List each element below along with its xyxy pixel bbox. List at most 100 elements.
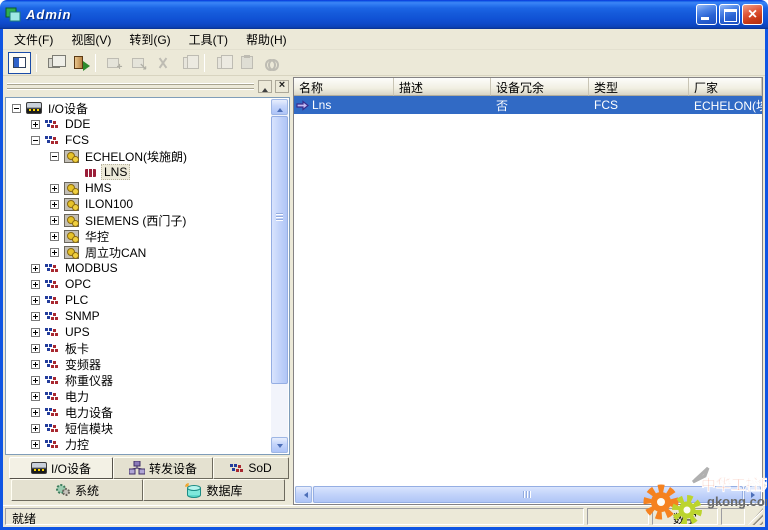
scrollbar-thumb[interactable] — [313, 486, 743, 503]
tab-io-devices[interactable]: I/O设备 — [9, 457, 113, 479]
database-icon — [185, 483, 202, 498]
tree-expander-plus-icon[interactable] — [50, 232, 59, 241]
tree-expander-plus-icon[interactable] — [50, 248, 59, 257]
scroll-left-arrow-icon[interactable] — [295, 486, 312, 503]
tree-item[interactable]: 电力设备 — [8, 404, 289, 420]
tree-expander-minus-icon[interactable] — [50, 152, 59, 161]
tab-database[interactable]: 数据库 — [143, 479, 285, 501]
scrollbar-track[interactable] — [271, 385, 288, 437]
tree-item[interactable]: 称重仪器 — [8, 372, 289, 388]
system-gears-icon — [55, 483, 71, 497]
tree-expander-plus-icon[interactable] — [50, 184, 59, 193]
scroll-right-arrow-icon[interactable] — [744, 486, 761, 503]
copy-button — [210, 52, 233, 74]
tree-item[interactable]: 板卡 — [8, 340, 289, 356]
tree-item[interactable]: LNS — [8, 164, 289, 180]
tree-vertical-scrollbar[interactable] — [271, 99, 288, 453]
scroll-up-arrow-icon[interactable] — [271, 99, 288, 115]
driver-dots-icon — [45, 263, 59, 274]
tree-item[interactable]: UPS — [8, 324, 289, 340]
tree-expander-plus-icon[interactable] — [31, 440, 40, 449]
tree-item[interactable]: OPC — [8, 276, 289, 292]
tree-item[interactable]: 华控 — [8, 228, 289, 244]
tab-system[interactable]: 系统 — [11, 479, 143, 501]
driver-gear-icon — [64, 246, 79, 259]
tree-item[interactable]: SNMP — [8, 308, 289, 324]
scroll-down-arrow-icon[interactable] — [271, 437, 288, 453]
tab-label: 系统 — [75, 482, 99, 499]
list-horizontal-scrollbar[interactable] — [295, 486, 761, 503]
driver-dots-icon — [45, 327, 59, 338]
panel-expand-button[interactable] — [258, 80, 272, 93]
column-header-name[interactable]: 名称 — [294, 78, 394, 96]
tree-expander-plus-icon[interactable] — [31, 280, 40, 289]
driver-dots-icon — [45, 295, 59, 306]
tree-expander-plus-icon[interactable] — [31, 312, 40, 321]
tab-label: 转发设备 — [149, 460, 197, 477]
driver-gear-icon — [64, 198, 79, 211]
device-list-panel: 名称 描述 设备冗余 类型 厂家 Lns 否 FCS ECHELON(埃施朗) — [293, 77, 763, 505]
tree-expander-plus-icon[interactable] — [31, 424, 40, 433]
io-device-icon — [31, 462, 47, 474]
tree-item[interactable]: 变频器 — [8, 356, 289, 372]
tree-item[interactable]: ILON100 — [8, 196, 289, 212]
tab-label: SoD — [248, 461, 271, 475]
tree-item[interactable]: FCS — [8, 132, 289, 148]
tab-sod[interactable]: SoD — [213, 457, 289, 479]
tree-item[interactable]: SIEMENS (西门子) — [8, 212, 289, 228]
panel-close-button[interactable] — [275, 80, 289, 93]
panel-grip-header[interactable] — [5, 79, 290, 95]
tree-expander-minus-icon[interactable] — [31, 136, 40, 145]
tree-item[interactable]: 电力 — [8, 388, 289, 404]
tree-expander-plus-icon[interactable] — [50, 216, 59, 225]
tree-expander-minus-icon[interactable] — [12, 104, 21, 113]
column-header-type[interactable]: 类型 — [589, 78, 689, 96]
column-header-description[interactable]: 描述 — [394, 78, 491, 96]
minimize-button[interactable] — [696, 4, 717, 25]
tree-item[interactable]: 力控 — [8, 436, 289, 452]
tab-forward-devices[interactable]: 转发设备 — [113, 457, 213, 479]
tree-expander-plus-icon[interactable] — [31, 392, 40, 401]
duplicate-icon — [183, 57, 193, 69]
exit-button[interactable] — [67, 52, 90, 74]
column-header-vendor[interactable]: 厂家 — [689, 78, 762, 96]
menu-tools[interactable]: 工具(T) — [180, 29, 237, 50]
close-button[interactable] — [742, 4, 763, 25]
tree-expander-plus-icon[interactable] — [31, 296, 40, 305]
maximize-button[interactable] — [719, 4, 740, 25]
scrollbar-thumb[interactable] — [271, 116, 288, 384]
menu-goto[interactable]: 转到(G) — [120, 29, 179, 50]
driver-gear-icon — [64, 214, 79, 227]
tab-label: 数据库 — [206, 482, 242, 499]
tree-expander-plus-icon[interactable] — [31, 376, 40, 385]
menu-file[interactable]: 文件(F) — [5, 29, 62, 50]
tree-item[interactable]: DDE — [8, 116, 289, 132]
device-tree: I/O设备 DDE FCS ECHELON(埃施朗) LNS HMS ILON1… — [5, 97, 290, 455]
tree-expander-plus-icon[interactable] — [31, 344, 40, 353]
tree-expander-plus-icon[interactable] — [31, 360, 40, 369]
resize-grip[interactable] — [748, 508, 763, 525]
tree-expander-plus-icon[interactable] — [31, 408, 40, 417]
tree-item[interactable]: MODBUS — [8, 260, 289, 276]
tree-item[interactable]: I/O设备 — [8, 100, 289, 116]
panel-gripper[interactable] — [7, 83, 254, 90]
tree-item[interactable]: 短信模块 — [8, 420, 289, 436]
toolbar-separator — [95, 54, 96, 72]
duplicate-button — [176, 52, 199, 74]
status-message: 就绪 — [5, 508, 584, 525]
toggle-sidebar-button[interactable] — [8, 52, 31, 74]
tree-item[interactable]: 周立功CAN — [8, 244, 289, 260]
cascade-windows-button[interactable] — [42, 52, 65, 74]
tree-expander-plus-icon[interactable] — [31, 120, 40, 129]
tree-item[interactable]: HMS — [8, 180, 289, 196]
tree-expander-plus-icon[interactable] — [50, 200, 59, 209]
tree-item[interactable]: PLC — [8, 292, 289, 308]
cascade-windows-icon — [48, 58, 60, 68]
menu-help[interactable]: 帮助(H) — [237, 29, 296, 50]
column-header-redundancy[interactable]: 设备冗余 — [491, 78, 589, 96]
table-row-selected[interactable]: Lns 否 FCS ECHELON(埃施朗) — [294, 96, 762, 114]
tree-expander-plus-icon[interactable] — [31, 328, 40, 337]
tree-expander-plus-icon[interactable] — [31, 264, 40, 273]
menu-view[interactable]: 视图(V) — [62, 29, 120, 50]
tree-item[interactable]: ECHELON(埃施朗) — [8, 148, 289, 164]
